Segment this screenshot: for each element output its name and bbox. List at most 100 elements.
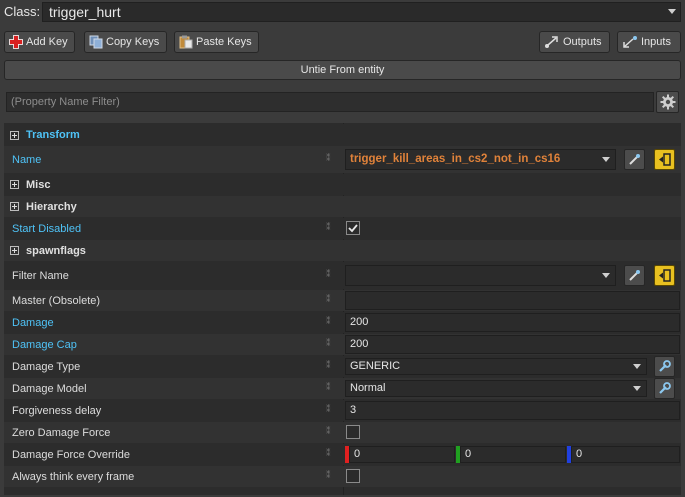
add-icon: [9, 35, 23, 49]
inputs-label: Inputs: [641, 36, 671, 48]
property-row-filter-name: Filter Name ⁑: [4, 262, 681, 289]
untie-from-entity-button[interactable]: Untie From entity: [4, 60, 681, 80]
property-row-zero-damage-force: Zero Damage Force ⁑: [4, 422, 681, 443]
property-label: Forgiveness delay: [12, 405, 102, 417]
pin-icon: ⁑: [326, 360, 331, 370]
wrench-icon: [659, 382, 671, 394]
damage-type-value: GENERIC: [350, 360, 401, 372]
outputs-icon: [545, 36, 558, 48]
pin-icon: ⁑: [326, 382, 331, 392]
property-row-damage: Damage ⁑ 200: [4, 312, 681, 333]
inputs-icon: [623, 36, 637, 48]
property-label: Zero Damage Force: [12, 427, 111, 439]
outputs-label: Outputs: [563, 36, 602, 48]
pin-icon: ⁑: [326, 404, 331, 414]
pin-icon: ⁑: [326, 153, 331, 163]
copy-icon: [89, 35, 103, 49]
force-y-input[interactable]: 0: [460, 446, 566, 463]
expand-icon: [10, 180, 19, 189]
category-spawnflags[interactable]: spawnflags: [4, 240, 681, 261]
paste-keys-label: Paste Keys: [196, 36, 252, 48]
add-key-label: Add Key: [26, 36, 68, 48]
category-label: Misc: [26, 179, 51, 191]
class-label: Class:: [4, 4, 41, 19]
chevron-down-icon: [602, 157, 610, 162]
property-label: Master (Obsolete): [12, 295, 101, 307]
chevron-down-icon: [668, 9, 676, 14]
property-row-start-disabled: Start Disabled ⁑: [4, 218, 681, 239]
copy-keys-label: Copy Keys: [106, 36, 160, 48]
checkmark-icon: [348, 224, 358, 233]
zero-damage-force-checkbox[interactable]: [346, 425, 360, 439]
inputs-button[interactable]: Inputs: [617, 31, 681, 53]
eyedropper-button[interactable]: [624, 149, 645, 170]
property-label: Name: [12, 154, 42, 166]
chevron-down-icon: [633, 364, 641, 369]
property-label: Start Disabled: [12, 223, 82, 235]
eyedropper-icon: [629, 270, 640, 281]
pin-icon: ⁑: [326, 269, 331, 279]
property-filter-input[interactable]: (Property Name Filter): [6, 92, 654, 112]
chevron-down-icon: [633, 386, 641, 391]
damage-model-value: Normal: [350, 382, 386, 394]
category-label: spawnflags: [26, 245, 86, 257]
property-label: Damage Force Override: [12, 449, 130, 461]
force-x-input[interactable]: 0: [349, 446, 455, 463]
damage-type-select[interactable]: GENERIC: [345, 358, 647, 375]
start-disabled-checkbox[interactable]: [346, 221, 360, 235]
select-entity-button[interactable]: [654, 149, 675, 170]
damage-input[interactable]: 200: [345, 313, 680, 332]
pin-icon: ⁑: [326, 294, 331, 304]
class-value: trigger_hurt: [49, 4, 121, 20]
damage-type-edit-button[interactable]: [654, 356, 675, 377]
always-think-checkbox[interactable]: [346, 469, 360, 483]
name-value: trigger_kill_areas_in_cs2_not_in_cs16: [350, 153, 561, 165]
filter-settings-button[interactable]: [656, 91, 679, 113]
property-row-name: Name ⁑ trigger_kill_areas_in_cs2_not_in_…: [4, 146, 681, 173]
master-input[interactable]: [345, 291, 680, 310]
select-target-icon: [659, 153, 671, 166]
eyedropper-icon: [629, 154, 640, 165]
property-label: Damage Cap: [12, 339, 77, 351]
category-misc[interactable]: Misc: [4, 174, 681, 195]
property-row-damage-model: Damage Model ⁑ Normal: [4, 378, 681, 399]
pin-icon: ⁑: [326, 338, 331, 348]
pin-icon: ⁑: [326, 470, 331, 480]
damage-model-select[interactable]: Normal: [345, 380, 647, 397]
damage-cap-input[interactable]: 200: [345, 335, 680, 354]
expand-icon: [10, 202, 19, 211]
paste-icon: [179, 35, 193, 49]
property-row-master: Master (Obsolete) ⁑: [4, 290, 681, 311]
pin-icon: ⁑: [326, 448, 331, 458]
category-label: Hierarchy: [26, 201, 77, 213]
chevron-down-icon: [602, 273, 610, 278]
category-hierarchy[interactable]: Hierarchy: [4, 196, 681, 217]
property-row-always-think: Always think every frame ⁑: [4, 466, 681, 487]
force-z-input[interactable]: 0: [571, 446, 680, 463]
outputs-button[interactable]: Outputs: [539, 31, 610, 53]
gear-icon: [660, 94, 675, 110]
property-label: Damage: [12, 317, 54, 329]
property-grid: Transform Name ⁑ trigger_kill_areas_in_c…: [4, 123, 681, 495]
damage-model-edit-button[interactable]: [654, 378, 675, 399]
property-row-damage-cap: Damage Cap ⁑ 200: [4, 334, 681, 355]
forgiveness-delay-input[interactable]: 3: [345, 401, 680, 420]
category-transform[interactable]: Transform: [4, 124, 681, 146]
eyedropper-button[interactable]: [624, 265, 645, 286]
property-label: Filter Name: [12, 270, 69, 282]
name-combo[interactable]: trigger_kill_areas_in_cs2_not_in_cs16: [345, 149, 616, 170]
pin-icon: ⁑: [326, 316, 331, 326]
wrench-icon: [659, 360, 671, 372]
paste-keys-button[interactable]: Paste Keys: [174, 31, 259, 53]
add-key-button[interactable]: Add Key: [4, 31, 75, 53]
property-label: Damage Type: [12, 361, 81, 373]
select-entity-button[interactable]: [654, 265, 675, 286]
pin-icon: ⁑: [326, 426, 331, 436]
class-select[interactable]: trigger_hurt: [42, 2, 681, 22]
copy-keys-button[interactable]: Copy Keys: [84, 31, 167, 53]
filter-name-combo[interactable]: [345, 265, 616, 286]
expand-icon: [10, 246, 19, 255]
property-row-damage-force-override: Damage Force Override ⁑ 0 0 0: [4, 444, 681, 465]
expand-icon: [10, 131, 19, 140]
property-row-damage-type: Damage Type ⁑ GENERIC: [4, 356, 681, 377]
